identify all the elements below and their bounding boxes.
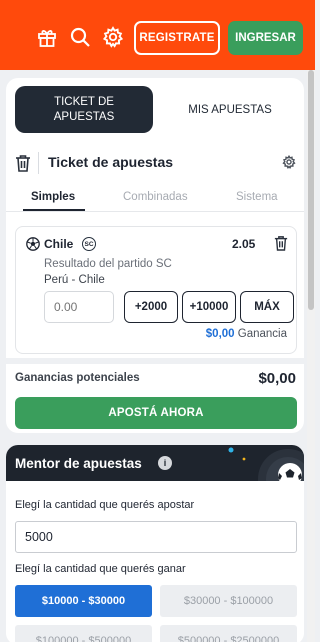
selection-name: Chile bbox=[44, 237, 74, 251]
ticket-title: Ticket de apuestas bbox=[48, 154, 174, 170]
section-divider bbox=[6, 358, 304, 364]
tabs-divider bbox=[6, 211, 304, 212]
scrollbar-thumb[interactable] bbox=[308, 70, 314, 310]
range-option-100000-500000[interactable]: $100000 - $500000 bbox=[15, 625, 152, 642]
tab-mis-apuestas[interactable]: MIS APUESTAS bbox=[166, 86, 294, 133]
place-bet-button[interactable]: APOSTÁ AHORA bbox=[15, 397, 297, 429]
tab-ticket-line1: TICKET DE bbox=[54, 95, 114, 108]
mentor-title: Mentor de apuestas bbox=[15, 456, 142, 471]
login-button[interactable]: INGRESAR bbox=[228, 21, 303, 55]
search-icon[interactable] bbox=[68, 25, 92, 49]
bet-ticket-card: TICKET DE APUESTAS MIS APUESTAS Ticket de… bbox=[6, 78, 304, 433]
selection-gain-label: Ganancia bbox=[237, 328, 287, 340]
win-amount-label: Elegí la cantidad que querés ganar bbox=[15, 563, 186, 575]
info-icon[interactable]: i bbox=[158, 456, 172, 470]
range-option-500000-2500000[interactable]: $500000 - $2500000 bbox=[160, 625, 297, 642]
header-divider bbox=[38, 152, 39, 174]
stake-input[interactable] bbox=[44, 291, 114, 323]
register-button[interactable]: REGISTRATE bbox=[134, 21, 220, 55]
ticket-settings-gear-icon[interactable] bbox=[282, 154, 296, 170]
quick-stake-max-button[interactable]: MÁX bbox=[240, 291, 294, 323]
potential-winnings-value: $0,00 bbox=[258, 370, 296, 387]
sc-badge: SC bbox=[82, 237, 96, 251]
bet-selection-item: Chile SC 2.05 Resultado del partido SC P… bbox=[15, 226, 297, 354]
stake-amount-input[interactable]: 5000 bbox=[15, 521, 297, 553]
soccer-ball-icon bbox=[26, 237, 40, 251]
tab-simples[interactable]: Simples bbox=[31, 191, 75, 203]
quick-stake-2000-button[interactable]: +2000 bbox=[124, 291, 178, 323]
quick-stake-10000-button[interactable]: +10000 bbox=[182, 291, 236, 323]
selection-gain-amount: $0,00 bbox=[205, 328, 235, 340]
selection-gain: $0,00 Ganancia bbox=[206, 328, 287, 340]
clear-ticket-trash-icon[interactable] bbox=[15, 154, 31, 172]
range-option-10000-30000[interactable]: $10000 - $30000 bbox=[15, 585, 152, 617]
gift-icon[interactable] bbox=[35, 25, 59, 49]
tab-ticket-de-apuestas[interactable]: TICKET DE APUESTAS bbox=[15, 86, 153, 133]
bet-mentor-card: Mentor de apuestas i Elegí la cantidad q… bbox=[6, 445, 304, 642]
range-option-30000-100000[interactable]: $30000 - $100000 bbox=[160, 585, 297, 617]
gear-icon[interactable] bbox=[101, 25, 125, 49]
stake-amount-label: Elegí la cantidad que querés apostar bbox=[15, 499, 195, 511]
match-name: Perú - Chile bbox=[44, 274, 105, 286]
selection-odds: 2.05 bbox=[232, 237, 256, 251]
tab-ticket-line2: APUESTAS bbox=[53, 110, 115, 123]
potential-winnings-label: Ganancias potenciales bbox=[15, 372, 140, 384]
remove-selection-trash-icon[interactable] bbox=[274, 235, 288, 251]
scrollbar[interactable] bbox=[307, 70, 315, 642]
mentor-header: Mentor de apuestas i bbox=[6, 445, 304, 509]
top-bar: REGISTRATE INGRESAR bbox=[0, 0, 315, 70]
tab-sistema[interactable]: Sistema bbox=[236, 191, 278, 203]
soccer-ball-illustration-icon bbox=[218, 445, 304, 509]
tab-combinadas[interactable]: Combinadas bbox=[123, 191, 188, 203]
market-name: Resultado del partido SC bbox=[44, 258, 172, 270]
